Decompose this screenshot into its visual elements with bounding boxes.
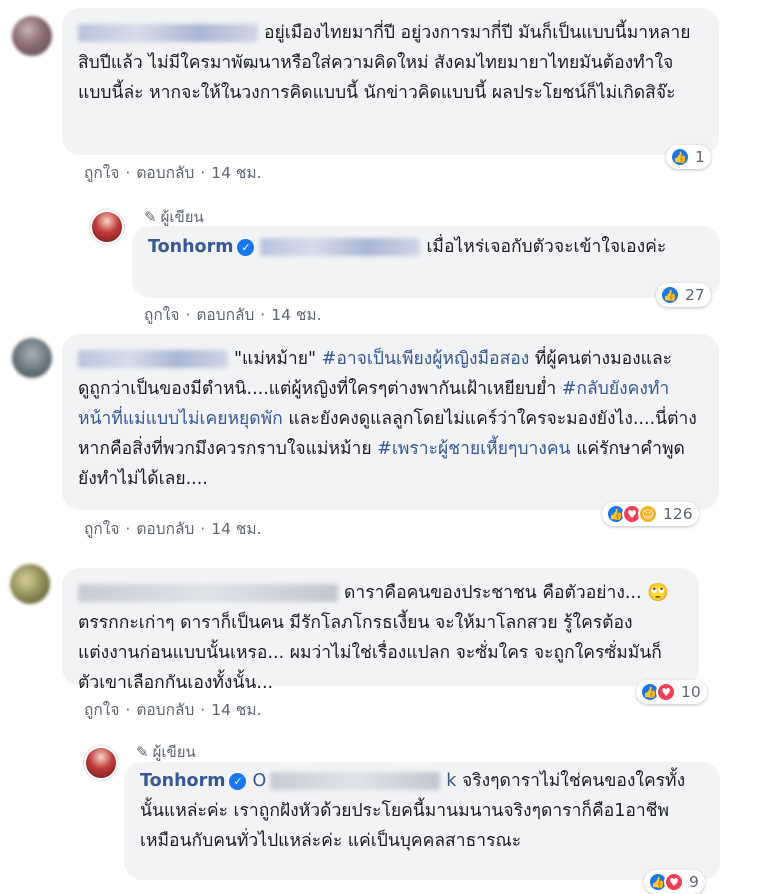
hashtag-link[interactable]: #อาจเป็นเพียงผู้หญิงมือสอง	[322, 349, 530, 369]
like-link[interactable]: ถูกใจ	[84, 520, 119, 538]
reply-bubble: Tonhorm ✓ เมื่อไหร่เจอกับตัวจะเข้าใจเองค่ะ	[132, 226, 720, 298]
reaction-count: 1	[695, 148, 705, 166]
comment-bubble: ดาราคือคนของประชาชน คือตัวอย่าง... 🙄 ตรร…	[62, 568, 699, 693]
blurred-commenter-name[interactable]	[78, 584, 338, 602]
hashtag-link[interactable]: #เพราะผู้ชายเหี้ยๆบางคน	[377, 439, 570, 459]
reaction-summary[interactable]: 👍 ♥ 10	[636, 680, 707, 704]
reply-link[interactable]: ตอบกลับ	[136, 520, 194, 538]
timestamp[interactable]: 14 ชม.	[211, 164, 261, 182]
comment-text: ตรรกกะเก่าๆ ดาราก็เป็นคน มีรักโลภโกรธเงี…	[78, 613, 662, 693]
blurred-mention[interactable]	[260, 238, 421, 256]
like-link[interactable]: ถูกใจ	[84, 701, 119, 719]
love-reaction-icon: ♥	[664, 872, 684, 892]
reaction-count: 10	[681, 683, 701, 701]
comment-actions: ถูกใจ · ตอบกลับ · 14 ชม.	[84, 520, 262, 538]
quote-text: "แม่หม้าย"	[234, 349, 317, 369]
commenter-avatar[interactable]	[12, 338, 52, 378]
author-badge: ✎ ผู้เขียน	[136, 740, 196, 764]
reply-link[interactable]: ตอบกลับ	[136, 701, 194, 719]
reaction-count: 27	[685, 286, 705, 304]
mention-end[interactable]: k	[446, 771, 456, 791]
reaction-summary[interactable]: 👍 ♥ ☺ 126	[602, 502, 699, 526]
like-link[interactable]: ถูกใจ	[144, 306, 179, 324]
like-link[interactable]: ถูกใจ	[84, 164, 119, 182]
author-label: ผู้เขียน	[152, 743, 196, 761]
author-name[interactable]: Tonhorm	[140, 771, 225, 791]
timestamp[interactable]: 14 ชม.	[211, 701, 261, 719]
commenter-avatar[interactable]	[12, 16, 52, 56]
reply-link[interactable]: ตอบกลับ	[136, 164, 194, 182]
eye-roll-emoji: 🙄	[647, 583, 669, 603]
comment-actions: ถูกใจ · ตอบกลับ · 14 ชม.	[84, 701, 262, 719]
verified-badge-icon: ✓	[229, 772, 247, 790]
reaction-summary[interactable]: 👍 1	[666, 145, 711, 169]
comment-bubble: อยู่เมืองไทยมากี่ปี อยู่วงการมากี่ปี มัน…	[62, 8, 719, 155]
reaction-count: 9	[689, 873, 699, 891]
pencil-icon: ✎	[144, 208, 157, 226]
comment-bubble: "แม่หม้าย" #อาจเป็นเพียงผู้หญิงมือสอง ที…	[62, 334, 719, 510]
haha-reaction-icon: ☺	[638, 504, 658, 524]
verified-badge-icon: ✓	[237, 238, 255, 256]
blurred-mention[interactable]	[270, 772, 441, 790]
author-avatar[interactable]	[84, 746, 118, 780]
timestamp[interactable]: 14 ชม.	[271, 306, 321, 324]
comment-text: ดาราคือคนของประชาชน คือตัวอย่าง...	[344, 583, 648, 603]
author-avatar[interactable]	[90, 210, 124, 244]
reply-text: เมื่อไหร่เจอกับตัวจะเข้าใจเองค่ะ	[426, 237, 667, 257]
comment-actions: ถูกใจ · ตอบกลับ · 14 ชม.	[144, 306, 322, 324]
blurred-commenter-name[interactable]	[78, 24, 258, 42]
reaction-summary[interactable]: 👍 ♥ 9	[644, 870, 705, 894]
reaction-count: 126	[663, 505, 693, 523]
reply-bubble: Tonhorm ✓ Ok จริงๆดาราไม่ใช่คนของใครทั้งนั…	[124, 762, 720, 880]
like-reaction-icon: 👍	[660, 285, 680, 305]
love-reaction-icon: ♥	[656, 682, 676, 702]
reaction-summary[interactable]: 👍 27	[656, 283, 711, 307]
like-reaction-icon: 👍	[670, 147, 690, 167]
mention-start[interactable]: O	[252, 771, 266, 791]
author-name[interactable]: Tonhorm	[148, 237, 233, 257]
timestamp[interactable]: 14 ชม.	[211, 520, 261, 538]
comment-actions: ถูกใจ · ตอบกลับ · 14 ชม.	[84, 164, 262, 182]
pencil-icon: ✎	[136, 743, 149, 761]
commenter-avatar[interactable]	[10, 564, 50, 604]
author-label: ผู้เขียน	[160, 208, 204, 226]
blurred-commenter-name[interactable]	[78, 350, 228, 368]
reply-link[interactable]: ตอบกลับ	[196, 306, 254, 324]
